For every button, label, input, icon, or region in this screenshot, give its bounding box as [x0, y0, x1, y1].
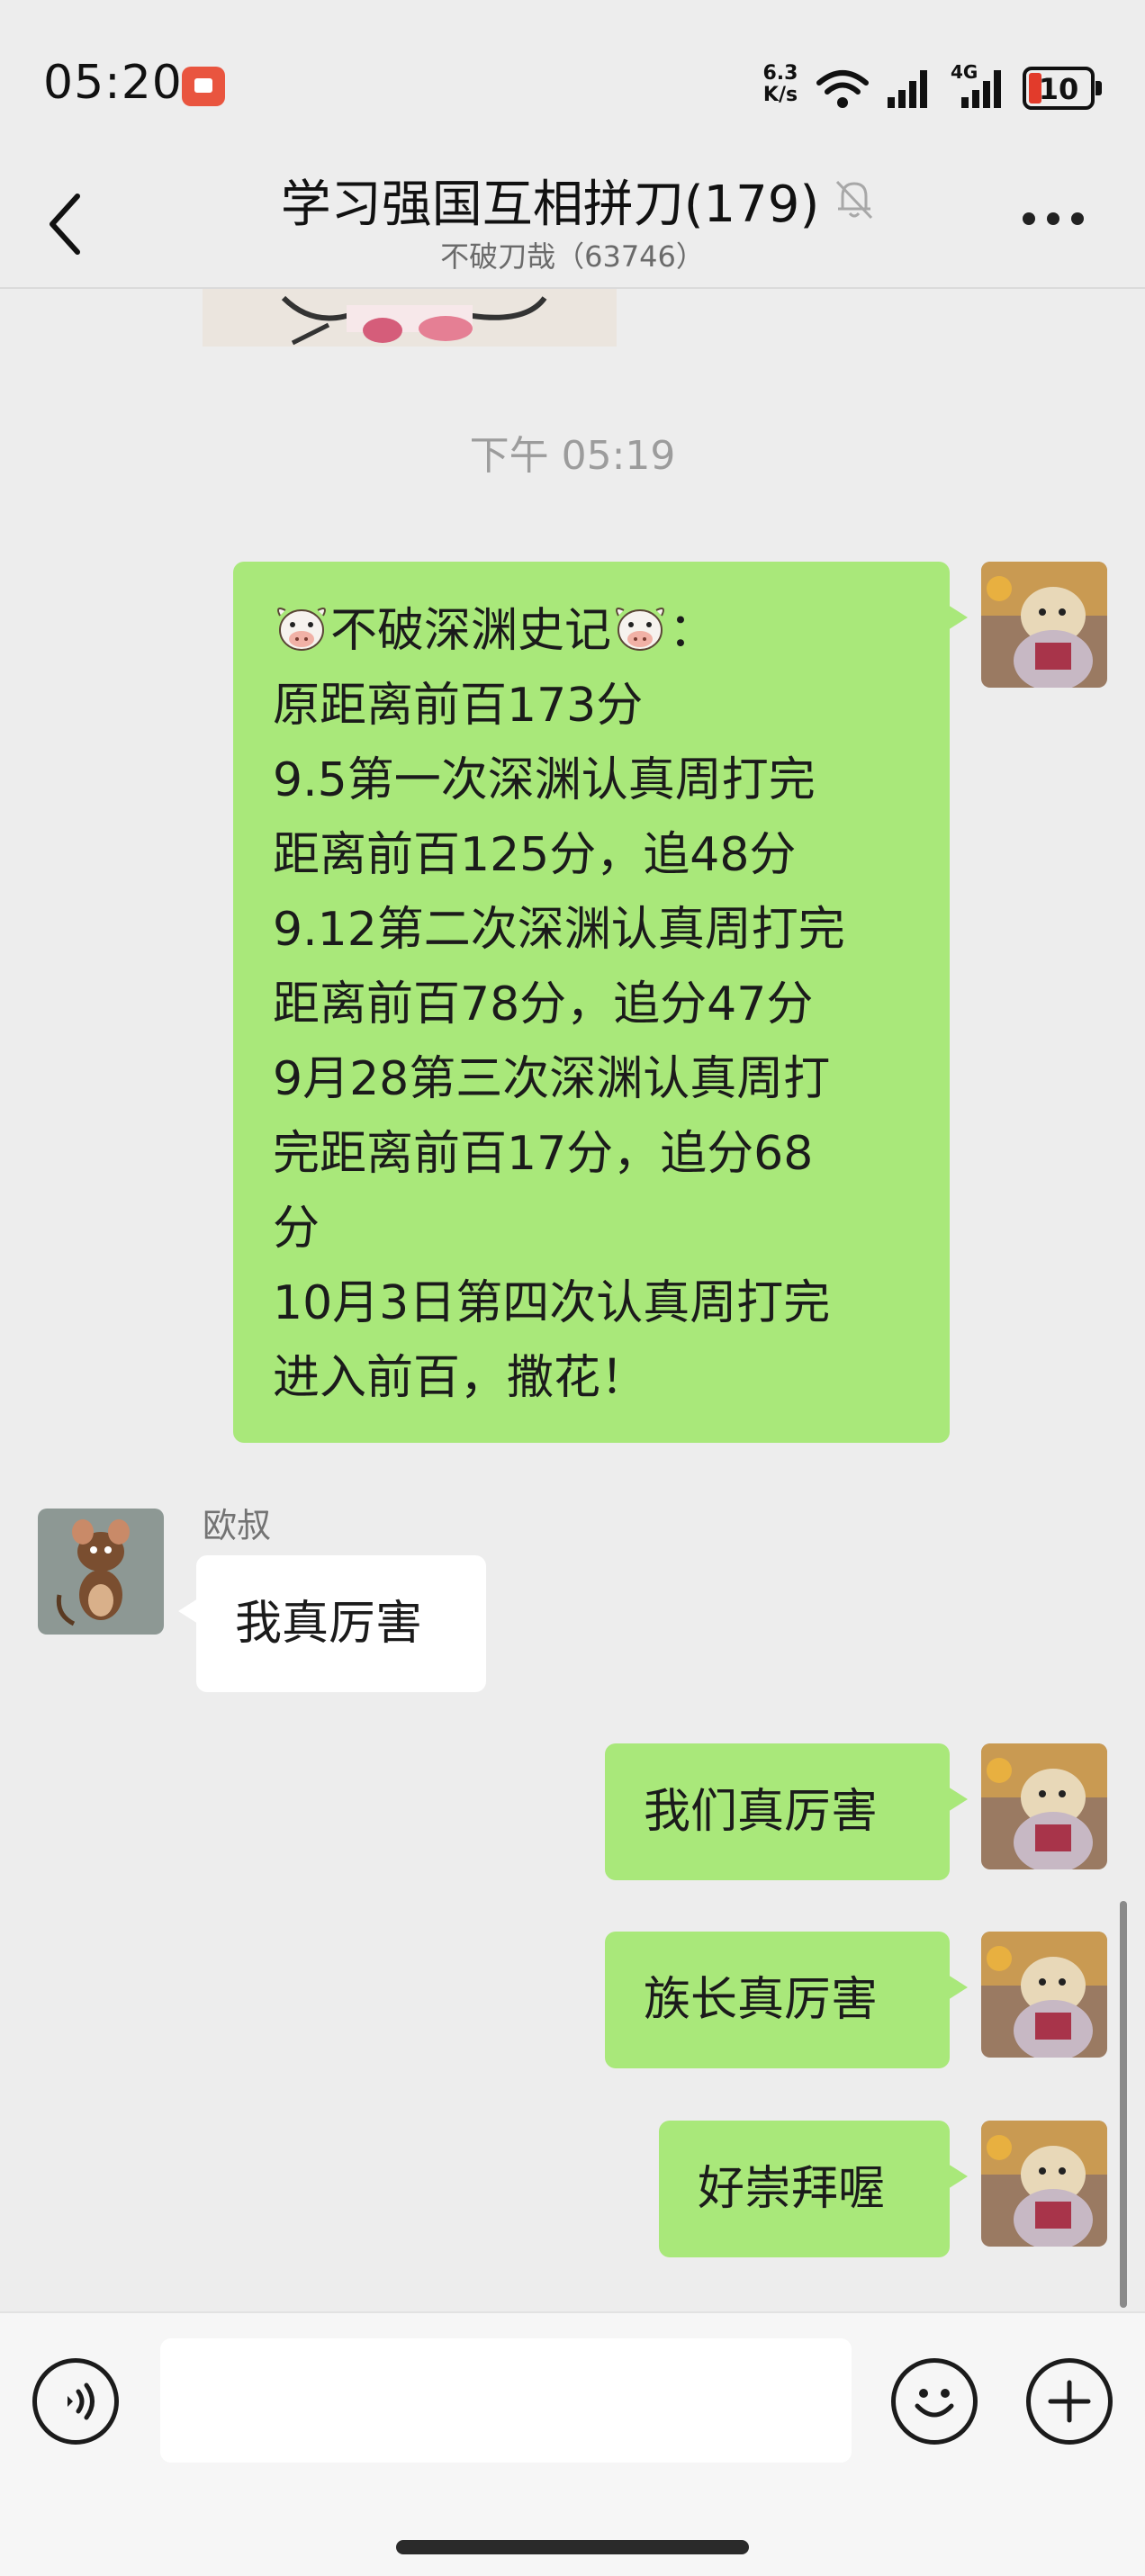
signal-icon — [888, 70, 927, 108]
sender-avatar[interactable] — [38, 1509, 164, 1635]
outgoing-message-bubble[interactable]: 族长真厉害 — [605, 1932, 968, 2068]
screen-record-icon — [182, 67, 225, 106]
mute-bell-icon — [835, 180, 873, 220]
wifi-icon — [816, 70, 869, 108]
emoji-button[interactable] — [891, 2358, 978, 2445]
outgoing-message-text: 好崇拜喔 — [698, 2162, 886, 2216]
outgoing-message-bubble[interactable]: 我们真厉害 — [605, 1743, 968, 1880]
history-line: 距离前百78分，追分47分 — [273, 977, 814, 1031]
sender-name: 欧叔 — [203, 1506, 272, 1545]
chat-title: 学习强国互相拼刀(179) — [280, 176, 820, 234]
self-avatar[interactable] — [981, 1743, 1107, 1869]
home-indicator[interactable] — [396, 2540, 749, 2554]
chat-header: 学习强国互相拼刀(179) 不破刀哉（63746） — [0, 144, 1145, 288]
history-title-line: 不破深渊史记 ： — [273, 594, 910, 669]
net-speed-value: 6.3 — [762, 62, 798, 85]
history-line: 9.5第一次深渊认真周打完 — [273, 753, 816, 807]
history-line: 完距离前百17分，追分68 — [273, 1127, 814, 1181]
input-bar — [0, 2311, 1145, 2576]
battery-icon: 10 — [1023, 67, 1102, 110]
add-icon — [1048, 2380, 1091, 2423]
voice-button[interactable] — [32, 2358, 119, 2445]
battery-level: 10 — [1038, 72, 1079, 106]
add-button[interactable] — [1026, 2358, 1113, 2445]
net-speed-unit: K/s — [762, 84, 798, 106]
cow-emoji-icon — [616, 608, 664, 651]
history-line: 9.12第二次深渊认真周打完 — [273, 903, 845, 957]
self-avatar[interactable] — [981, 1932, 1107, 2058]
chat-subtitle: 不破刀哉（63746） — [440, 239, 705, 274]
history-line: 原距离前百173分 — [273, 679, 644, 733]
emoji-icon — [915, 2389, 954, 2418]
network-type: 4G — [951, 61, 978, 83]
history-message-bubble[interactable]: 不破深渊史记 ： 原距离前百173分 9.5第一次深渊认真周打完 距离前百125… — [233, 562, 968, 1443]
outgoing-message-bubble[interactable]: 好崇拜喔 — [659, 2121, 968, 2257]
history-line: 进入前百，撒花！ — [273, 1351, 648, 1405]
history-title-suffix: ： — [669, 604, 717, 658]
status-time: 05:20 — [43, 56, 183, 110]
outgoing-message-text: 族长真厉害 — [644, 1973, 879, 2027]
cow-emoji-icon — [277, 608, 326, 651]
sticker-image[interactable] — [203, 289, 617, 347]
outgoing-message-text: 我们真厉害 — [644, 1785, 879, 1839]
incoming-message-bubble[interactable]: 我真厉害 — [178, 1555, 486, 1692]
message-timestamp: 下午 05:19 — [469, 433, 676, 479]
voice-icon — [68, 2382, 95, 2420]
history-line: 10月3日第四次认真周打完 — [273, 1276, 831, 1330]
self-avatar[interactable] — [981, 562, 1107, 688]
self-avatar[interactable] — [981, 2121, 1107, 2247]
more-icon[interactable] — [1023, 212, 1086, 227]
incoming-message-text: 我真厉害 — [235, 1597, 423, 1651]
message-input[interactable] — [160, 2338, 852, 2463]
history-title: 不破深渊史记 — [330, 604, 612, 658]
chat-scrollbar[interactable] — [1120, 1901, 1127, 2308]
history-line: 距离前百125分，追48分 — [273, 828, 797, 882]
history-line: 9月28第三次深渊认真周打 — [273, 1052, 831, 1106]
history-line: 分 — [273, 1202, 320, 1256]
net-speed: 6.3 K/s — [760, 63, 801, 106]
